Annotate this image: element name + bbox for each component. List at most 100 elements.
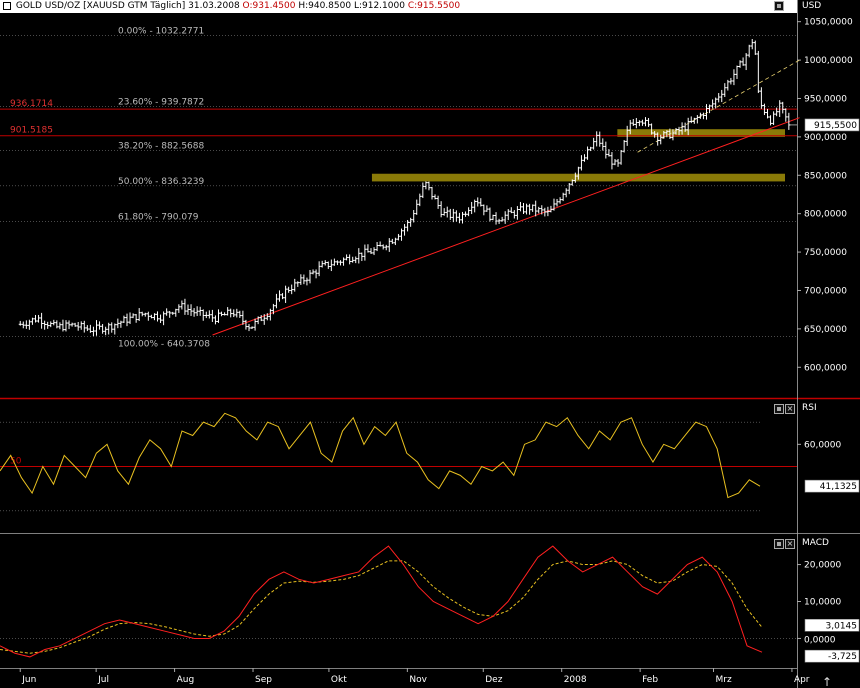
price-bar — [726, 79, 730, 91]
rsi-panel-close-button[interactable]: × — [785, 404, 795, 414]
price-tick-label: 600,0000 — [804, 363, 847, 373]
header-date: 31.03.2008 — [188, 1, 240, 11]
price-bar — [640, 119, 644, 126]
price-tick-label: 950,0000 — [804, 94, 847, 104]
macd-panel-close-button[interactable]: × — [785, 539, 795, 549]
price-bar — [778, 100, 782, 117]
price-bar — [155, 311, 159, 322]
header-symbol: GOLD USD/OZ [XAUUSD GTM — [15, 1, 148, 11]
price-bar — [363, 244, 367, 261]
price-bar — [220, 311, 224, 317]
macd-panel-maximize-button[interactable] — [774, 539, 784, 549]
price-bar — [723, 83, 727, 98]
price-bar — [61, 319, 65, 332]
price-bar — [634, 117, 638, 129]
rsi-panel-maximize-button[interactable] — [774, 404, 784, 414]
price-bar — [119, 320, 123, 328]
price-bar — [619, 150, 623, 165]
price-bar — [235, 308, 239, 318]
price-bar — [613, 159, 617, 166]
price-bar — [268, 308, 272, 321]
price-bar — [729, 77, 733, 85]
price-bar — [137, 308, 141, 321]
price-bar — [67, 320, 71, 330]
x-tick-label: Jun — [21, 675, 36, 685]
price-bar — [125, 313, 129, 327]
price-bar — [229, 308, 233, 318]
price-bar — [64, 320, 68, 332]
price-bar — [732, 69, 736, 86]
price-bar — [308, 269, 312, 284]
price-bar — [94, 320, 98, 336]
x-tick-label: Feb — [642, 675, 658, 685]
price-bar — [104, 326, 108, 336]
price-bar — [226, 307, 230, 316]
price-bar — [448, 208, 452, 220]
price-bar — [259, 315, 263, 322]
x-tick-label: Sep — [255, 675, 272, 685]
price-bar — [326, 261, 330, 269]
price-bar — [784, 108, 788, 122]
header-close: C:915.5500 — [407, 1, 461, 11]
fibonacci-label: 23.60% - 939.7872 — [118, 97, 204, 107]
price-bar — [335, 260, 339, 266]
price-bar — [555, 198, 559, 207]
price-bar — [357, 248, 361, 264]
price-bar — [360, 252, 364, 262]
price-bar — [393, 237, 397, 246]
price-bar — [40, 312, 44, 329]
price-bar — [610, 152, 614, 170]
price-bar — [177, 304, 181, 313]
price-bar — [482, 204, 486, 216]
chart-type-icon[interactable] — [3, 1, 11, 10]
rsi-line — [0, 412, 761, 499]
price-bar — [296, 281, 300, 287]
price-bar — [351, 256, 355, 263]
price-bar — [238, 310, 242, 318]
price-bar — [122, 315, 126, 323]
header-low: L:912.1000 — [353, 1, 405, 11]
x-tick-label: Jul — [97, 675, 109, 685]
price-bar — [116, 318, 120, 329]
macd-tick-label: 20,0000 — [804, 561, 841, 571]
price-bar — [73, 322, 77, 327]
price-bar — [143, 312, 147, 317]
price-tick-label: 900,0000 — [804, 133, 847, 143]
x-tick-label: Nov — [409, 675, 427, 685]
price-bar — [253, 318, 257, 331]
price-bar — [567, 183, 571, 195]
price-tick-label: 700,0000 — [804, 286, 847, 296]
price-bar — [201, 309, 205, 321]
price-bar — [381, 244, 385, 250]
price-bar — [647, 118, 651, 127]
price-bar — [98, 321, 102, 330]
price-bar — [467, 207, 471, 217]
macd-last-value: -3,725 — [828, 652, 857, 662]
price-bar — [561, 192, 565, 202]
chart-header: GOLD USD/OZ [XAUUSD GTM Täglich] 31.03.2… — [0, 0, 797, 13]
price-bar — [305, 277, 309, 286]
price-bar — [451, 208, 455, 223]
x-tick-label: Mrz — [716, 675, 732, 685]
price-bar — [582, 154, 586, 162]
header-period: Täglich] — [150, 1, 186, 11]
price-bar — [207, 310, 211, 319]
price-bar — [442, 208, 446, 216]
price-bar — [195, 306, 199, 317]
price-bar — [643, 117, 647, 127]
chart-canvas[interactable]: 1050,0000 1000,0000 950,0000 900,0000 850,00… — [0, 0, 860, 688]
price-bar — [320, 260, 324, 268]
price-bar — [717, 93, 721, 103]
price-bar — [79, 321, 83, 330]
price-bar — [85, 325, 89, 332]
price-bar — [21, 321, 25, 329]
price-bar — [284, 285, 288, 303]
price-tick-label: 850,0000 — [804, 171, 847, 181]
price-bar — [512, 210, 516, 219]
scroll-up-arrow-icon: ↑ — [822, 675, 832, 688]
price-panel-maximize-button[interactable] — [774, 1, 784, 11]
price-bar — [470, 201, 474, 215]
price-bar — [741, 57, 745, 66]
price-bar — [43, 320, 47, 330]
macd-signal-last-value: 3,0145 — [826, 621, 858, 631]
